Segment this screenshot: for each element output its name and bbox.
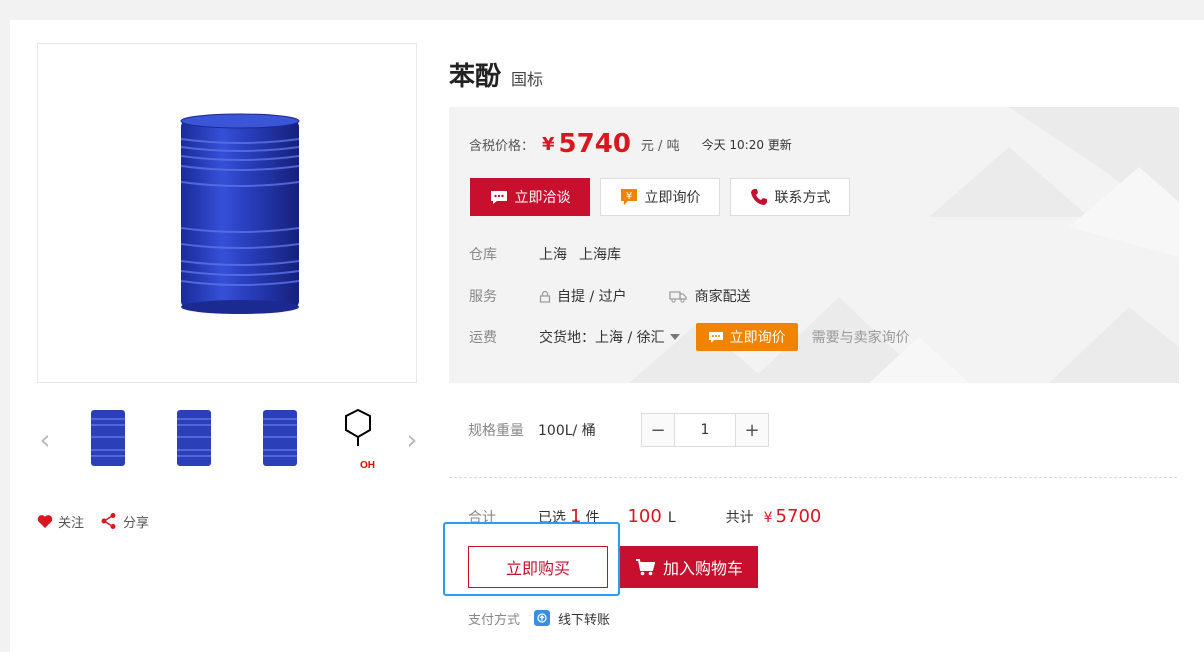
contact-label: 联系方式 bbox=[774, 190, 831, 206]
heart-icon bbox=[37, 514, 53, 528]
yen-tag-icon: ¥ bbox=[620, 189, 637, 205]
thumbnail-strip: ‹ OH › bbox=[30, 400, 425, 480]
warehouse-row: 仓库 上海 上海库 bbox=[469, 244, 621, 264]
svg-text:OH: OH bbox=[360, 460, 375, 470]
spec-label: 规格重量 bbox=[468, 423, 524, 439]
freight-note: 需要与卖家询价 bbox=[811, 330, 910, 346]
cart-icon bbox=[635, 559, 655, 576]
add-to-cart-button[interactable]: 加入购物车 bbox=[620, 546, 758, 588]
warehouse-label: 仓库 bbox=[469, 247, 497, 263]
service-delivery: 商家配送 bbox=[694, 289, 751, 305]
buy-now-button[interactable]: 立即购买 bbox=[468, 546, 608, 588]
chevron-right-icon[interactable]: › bbox=[399, 420, 425, 460]
spec-row: 规格重量 100L/ 桶 bbox=[468, 414, 596, 446]
contact-button[interactable]: 联系方式 bbox=[730, 178, 850, 216]
payment-label: 支付方式 bbox=[468, 612, 521, 628]
chat-icon bbox=[490, 190, 507, 204]
spec-value: 100L/ 桶 bbox=[538, 423, 596, 439]
freight-inquire-label: 立即询价 bbox=[729, 330, 786, 346]
thumbnail-drum-1[interactable] bbox=[80, 406, 136, 470]
payment-method-offline[interactable]: 线下转账 bbox=[534, 609, 610, 628]
price-update-time: 今天 10:20 更新 bbox=[701, 137, 792, 152]
follow-label: 关注 bbox=[58, 515, 85, 531]
total-volume-unit: L bbox=[667, 510, 676, 526]
sum-label: 共计 bbox=[725, 510, 754, 526]
service-row: 服务 自提 / 过户 商家配送 bbox=[469, 286, 751, 306]
price-row: 含税价格： ¥ 5740 元 / 吨 今天 10:20 更新 bbox=[469, 129, 792, 159]
product-standard: 国标 bbox=[511, 70, 544, 89]
drum-image bbox=[180, 113, 300, 314]
svg-text:¥: ¥ bbox=[625, 191, 631, 202]
price-currency: ¥ bbox=[542, 133, 555, 155]
chat-icon bbox=[708, 331, 723, 343]
buy-now-label: 立即购买 bbox=[505, 559, 570, 578]
product-title: 苯酚 国标 bbox=[449, 56, 543, 92]
increment-button[interactable]: + bbox=[735, 413, 769, 447]
transfer-icon bbox=[534, 610, 551, 626]
truck-icon bbox=[669, 290, 687, 303]
price-unit: 元 / 吨 bbox=[640, 138, 680, 154]
decrement-button[interactable]: − bbox=[641, 413, 675, 447]
inquire-button[interactable]: ¥ 立即询价 bbox=[600, 178, 720, 216]
share-icon bbox=[101, 513, 116, 529]
quantity-stepper: − + bbox=[641, 413, 769, 447]
negotiate-button[interactable]: 立即洽谈 bbox=[470, 178, 590, 216]
delivery-place-select[interactable]: 交货地：上海 / 徐汇 bbox=[539, 327, 665, 347]
follow-button[interactable]: 关注 bbox=[37, 512, 84, 531]
price-label: 含税价格： bbox=[469, 138, 535, 154]
payment-row: 支付方式 线下转账 bbox=[468, 608, 610, 628]
inquire-label: 立即询价 bbox=[644, 190, 701, 206]
thumbnail-drum-3[interactable] bbox=[252, 406, 308, 470]
phone-icon bbox=[750, 189, 767, 205]
service-pickup: 自提 / 过户 bbox=[557, 289, 627, 305]
caret-down-icon[interactable] bbox=[669, 334, 680, 340]
negotiate-label: 立即洽谈 bbox=[514, 190, 571, 206]
warehouse-name: 上海库 bbox=[579, 247, 621, 263]
product-name: 苯酚 bbox=[449, 62, 502, 92]
total-volume: 100 bbox=[627, 506, 662, 527]
freight-row: 运费 交货地：上海 / 徐汇 立即询价 需要与卖家询价 bbox=[469, 323, 910, 351]
chevron-left-icon[interactable]: ‹ bbox=[32, 420, 58, 460]
action-buttons: 立即洽谈 ¥ 立即询价 联系方式 bbox=[470, 178, 860, 216]
share-label: 分享 bbox=[123, 515, 150, 531]
lock-icon bbox=[539, 290, 551, 303]
thumbnail-structure[interactable]: OH bbox=[326, 406, 382, 471]
share-button[interactable]: 分享 bbox=[100, 512, 149, 531]
payment-method-label: 线下转账 bbox=[558, 612, 611, 628]
freight-inquire-button[interactable]: 立即询价 bbox=[695, 323, 798, 351]
warehouse-city: 上海 bbox=[539, 247, 567, 263]
quantity-input[interactable] bbox=[675, 413, 735, 447]
freight-label: 运费 bbox=[469, 330, 497, 346]
price-panel: 含税价格： ¥ 5740 元 / 吨 今天 10:20 更新 立即洽谈 ¥ 立即… bbox=[449, 107, 1179, 383]
social-actions: 关注 分享 bbox=[37, 510, 165, 532]
price-value: 5740 bbox=[558, 129, 631, 159]
add-to-cart-label: 加入购物车 bbox=[662, 559, 743, 578]
service-label: 服务 bbox=[469, 289, 497, 305]
sum-value: 5700 bbox=[775, 506, 822, 527]
sum-currency: ¥ bbox=[763, 510, 773, 526]
thumbnail-drum-2[interactable] bbox=[166, 406, 222, 470]
divider bbox=[449, 477, 1177, 478]
main-product-image bbox=[37, 43, 417, 383]
